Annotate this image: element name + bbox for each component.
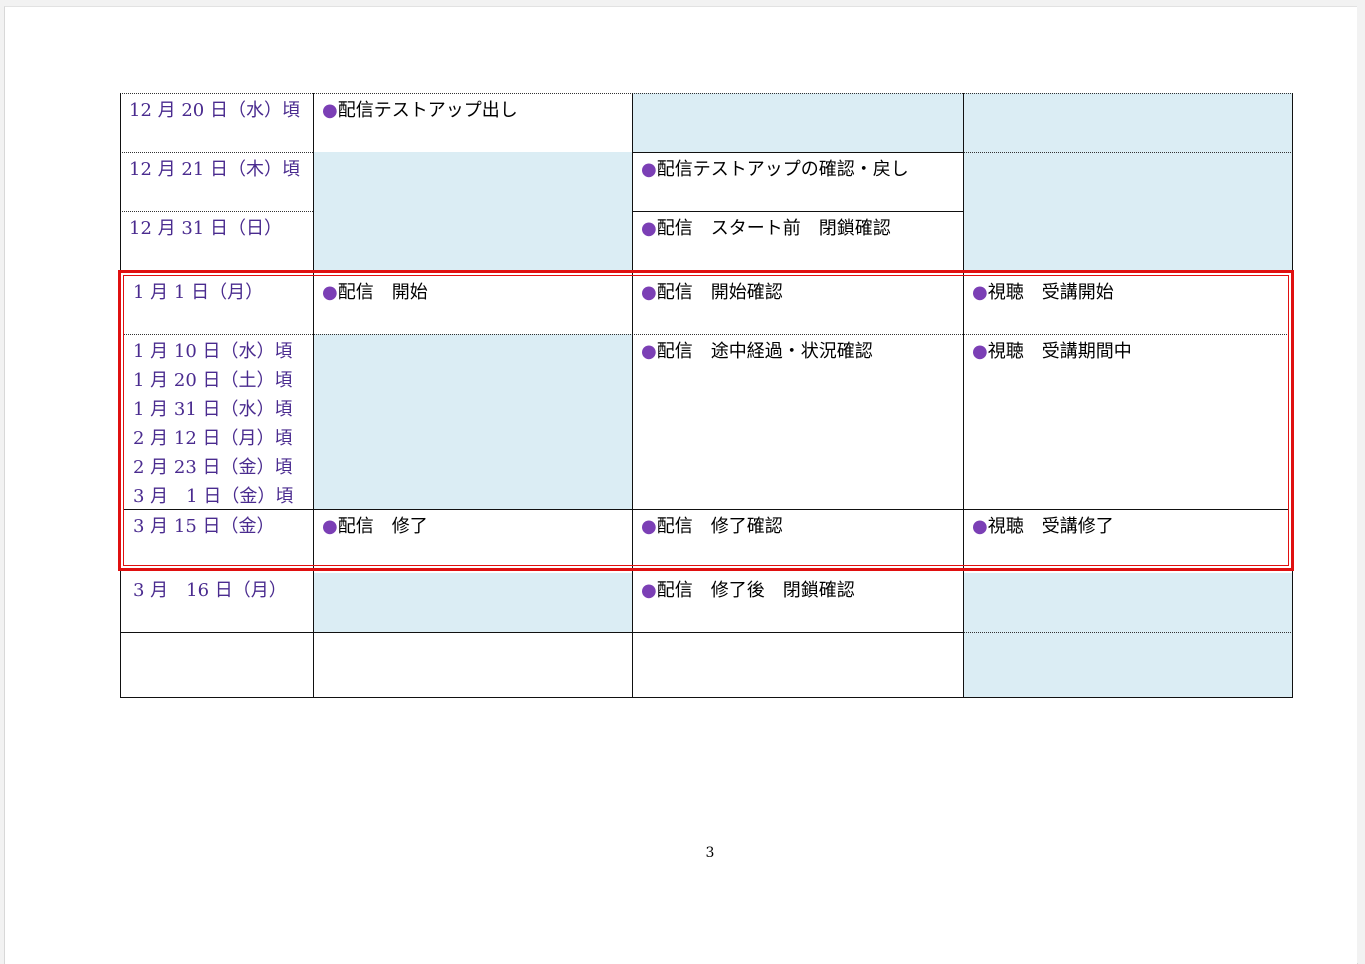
grid-line [120, 93, 1293, 94]
highlight-box [118, 270, 1294, 571]
grid-line [120, 211, 313, 212]
task-cell: ●配信テストアップ出し [313, 93, 632, 152]
task-text: ●配信テストアップ出し [322, 100, 518, 121]
date-text: 12 月 31 日（日） [129, 218, 282, 239]
date-text: 12 月 21 日（木）頃 [129, 159, 300, 180]
grid-line [632, 152, 963, 153]
bullet-icon: ● [641, 159, 657, 180]
date-cell: 12 月 31 日（日） [120, 211, 313, 270]
bullet-icon: ● [641, 218, 657, 239]
cell-r7-col4 [963, 573, 1293, 633]
date-text: 3 月 16 日（月） [133, 580, 287, 601]
cell-r1-r3-col4 [963, 93, 1293, 270]
grid-line [632, 211, 963, 212]
task-text: ●配信 修了後 閉鎖確認 [641, 580, 855, 601]
date-text: 12 月 20 日（水）頃 [129, 100, 300, 121]
cell-r7-col2 [313, 573, 632, 633]
grid-line [963, 632, 1293, 633]
cell-r2-r3-col2 [313, 152, 632, 270]
date-cell: 3 月 16 日（月） [124, 573, 313, 633]
scrollbar-track[interactable] [1357, 6, 1365, 963]
task-text: ●配信 スタート前 閉鎖確認 [641, 218, 891, 239]
grid-line [120, 632, 963, 633]
task-text: ●配信テストアップの確認・戻し [641, 159, 909, 180]
date-cell: 12 月 21 日（木）頃 [120, 152, 313, 211]
grid-line [120, 697, 1293, 698]
cell-r1-col3 [632, 93, 963, 152]
grid-line [963, 152, 1293, 153]
grid-line [120, 152, 313, 153]
task-cell: ●配信 修了後 閉鎖確認 [632, 573, 963, 633]
cell-r8-col4 [963, 633, 1293, 698]
task-cell: ●配信 スタート前 閉鎖確認 [632, 211, 963, 270]
task-cell: ●配信テストアップの確認・戻し [632, 152, 963, 211]
date-cell: 12 月 20 日（水）頃 [120, 93, 313, 152]
bullet-icon: ● [641, 580, 657, 601]
page-number: 3 [705, 845, 715, 861]
bullet-icon: ● [322, 100, 338, 121]
